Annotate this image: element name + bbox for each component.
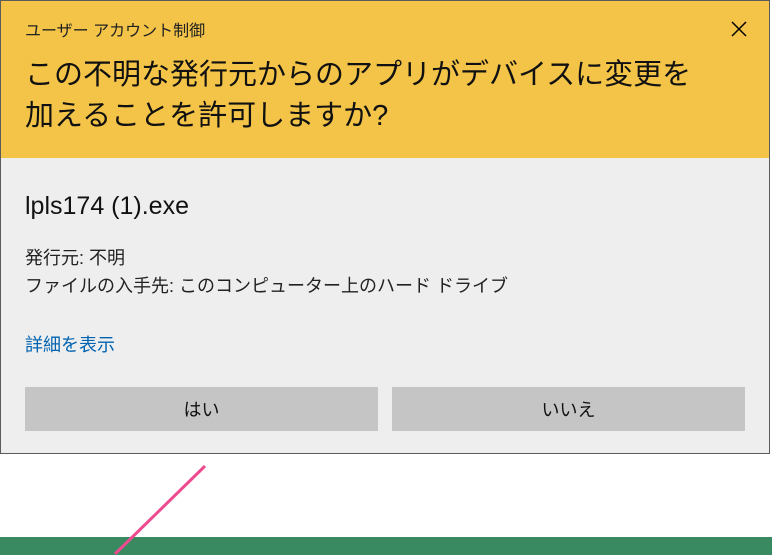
uac-dialog: ユーザー アカウント制御 この不明な発行元からのアプリがデバイスに変更を加えるこ… [0,0,770,454]
origin-label: ファイルの入手先: [25,276,174,296]
close-button[interactable] [723,13,755,45]
file-origin-line: ファイルの入手先: このコンピューター上のハード ドライブ [25,273,745,301]
show-details-link[interactable]: 詳細を表示 [25,331,115,357]
uac-question: この不明な発行元からのアプリがデバイスに変更を加えることを許可しますか? [25,55,745,136]
close-icon [731,21,747,37]
no-button[interactable]: いいえ [392,387,745,431]
app-filename: lpls174 (1).exe [25,192,745,221]
origin-value: このコンピューター上のハード ドライブ [179,276,508,296]
background-strip [0,537,772,555]
dialog-title: ユーザー アカウント制御 [25,17,745,41]
publisher-line: 発行元: 不明 [25,245,745,273]
dialog-content: lpls174 (1).exe 発行元: 不明 ファイルの入手先: このコンピュ… [1,158,769,453]
publisher-value: 不明 [89,248,125,268]
yes-button[interactable]: はい [25,387,378,431]
button-row: はい いいえ [25,387,745,431]
dialog-header: ユーザー アカウント制御 この不明な発行元からのアプリがデバイスに変更を加えるこ… [1,1,769,158]
publisher-label: 発行元: [25,248,84,268]
